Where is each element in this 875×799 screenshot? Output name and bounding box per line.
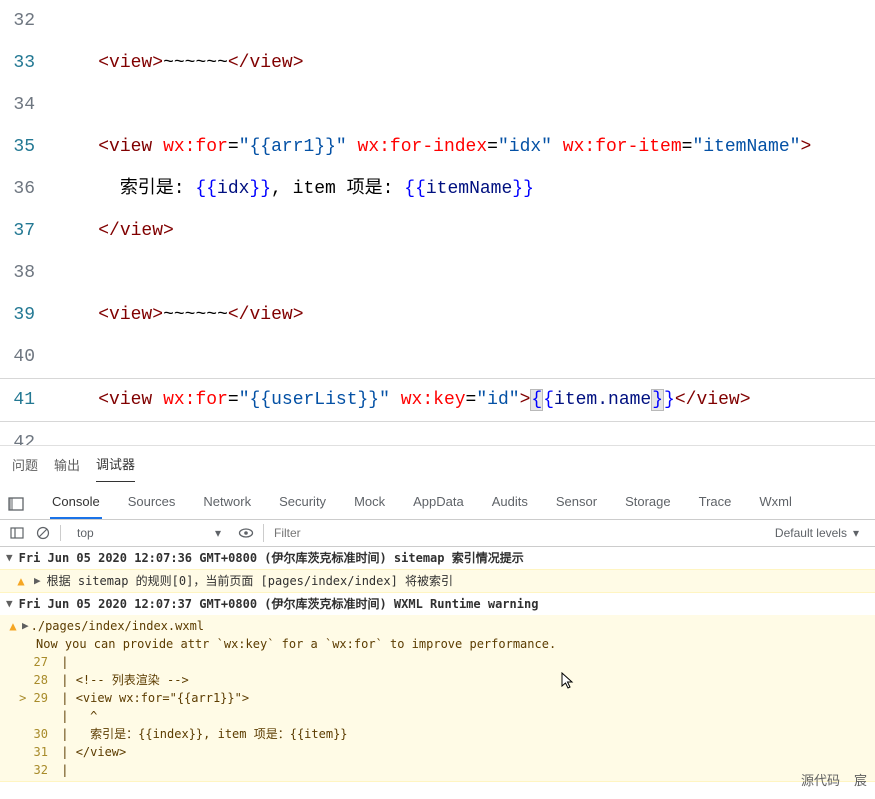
devtools-tab-appdata[interactable]: AppData xyxy=(411,488,466,519)
line-number: 39 xyxy=(0,294,55,336)
devtools-tab-audits[interactable]: Audits xyxy=(490,488,530,519)
console-warn-row[interactable]: ▲ ▶ 根据 sitemap 的规则[0]，当前页面 [pages/index/… xyxy=(0,569,875,593)
line-number: 35 xyxy=(0,126,55,168)
panel-tab[interactable]: 调试器 xyxy=(96,454,135,482)
warn-code-line: 27 | xyxy=(6,653,875,671)
code-content[interactable]: <view>~~~~~~</view> xyxy=(55,42,875,84)
context-select[interactable]: top ▾ xyxy=(69,524,229,542)
devtools-tab-console[interactable]: Console xyxy=(50,488,102,519)
code-content[interactable]: <view wx:for="{{userList}}" wx:key="id">… xyxy=(55,379,875,421)
context-value: top xyxy=(77,526,94,540)
disclosure-open-icon[interactable]: ▼ xyxy=(4,595,15,613)
code-line[interactable]: 40 xyxy=(0,336,875,378)
code-line[interactable]: 35 <view wx:for="{{arr1}}" wx:for-index=… xyxy=(0,126,875,168)
eye-icon[interactable] xyxy=(237,524,255,542)
warn-message-text: Now you can provide attr `wx:key` for a … xyxy=(36,635,556,653)
panel-tab[interactable]: 输出 xyxy=(54,455,80,482)
levels-select[interactable]: Default levels ▾ xyxy=(767,524,867,542)
clear-console-icon[interactable] xyxy=(34,524,52,542)
footer-links: 源代码 宸 xyxy=(801,770,867,789)
console-warn-block: ▲ ▶ ./pages/index/index.wxml Now you can… xyxy=(0,615,875,782)
warn-code-line: 32 | xyxy=(6,761,875,779)
levels-value: Default levels xyxy=(775,526,847,540)
warn-code-line: 30 | 索引是：{{index}}, item 项是：{{item}} xyxy=(6,725,875,743)
code-line[interactable]: 33 <view>~~~~~~</view> xyxy=(0,42,875,84)
warning-icon: ▲ xyxy=(6,617,20,635)
code-line[interactable]: 37 </view> xyxy=(0,210,875,252)
line-number: 42 xyxy=(0,422,55,445)
author-link[interactable]: 宸 xyxy=(854,770,867,789)
code-content[interactable] xyxy=(55,422,875,445)
devtools-tabs: Console Sources Network Security Mock AppData… xyxy=(0,482,875,520)
filter-input[interactable] xyxy=(263,524,759,542)
code-line[interactable]: 34 xyxy=(0,84,875,126)
code-content[interactable]: <view>~~~~~~</view> xyxy=(55,294,875,336)
code-content[interactable] xyxy=(55,0,875,42)
sidebar-toggle-icon[interactable] xyxy=(8,524,26,542)
disclosure-closed-icon[interactable]: ▶ xyxy=(32,572,43,590)
warn-code-line: | ^ xyxy=(6,707,875,725)
code-content[interactable]: <view wx:for="{{arr1}}" wx:for-index="id… xyxy=(55,126,875,168)
devtools-tab-trace[interactable]: Trace xyxy=(697,488,734,519)
code-content[interactable] xyxy=(55,336,875,378)
code-content[interactable]: 索引是: {{idx}}, item 项是: {{itemName}} xyxy=(55,168,875,210)
code-content[interactable] xyxy=(55,252,875,294)
chevron-down-icon: ▾ xyxy=(853,526,859,540)
console-timestamp-text: Fri Jun 05 2020 12:07:37 GMT+0800 (伊尔库茨克… xyxy=(19,595,539,613)
warn-code-line: 28 | <!-- 列表渲染 --> xyxy=(6,671,875,689)
line-number: 36 xyxy=(0,168,55,210)
console-toolbar: top ▾ Default levels ▾ xyxy=(0,520,875,547)
code-line[interactable]: 41 <view wx:for="{{userList}}" wx:key="i… xyxy=(0,378,875,422)
source-link[interactable]: 源代码 xyxy=(801,770,840,789)
code-line[interactable]: 42 xyxy=(0,422,875,445)
code-line[interactable]: 39 <view>~~~~~~</view> xyxy=(0,294,875,336)
devtools-tab-sensor[interactable]: Sensor xyxy=(554,488,599,519)
panel-tab[interactable]: 问题 xyxy=(12,455,38,482)
devtools-tab-wxml[interactable]: Wxml xyxy=(757,488,794,519)
line-number: 33 xyxy=(0,42,55,84)
code-line[interactable]: 38 xyxy=(0,252,875,294)
code-content[interactable] xyxy=(55,84,875,126)
code-line[interactable]: 32 xyxy=(0,0,875,42)
warn-code-line: > 29 | <view wx:for="{{arr1}}"> xyxy=(6,689,875,707)
devtools-tab-sources[interactable]: Sources xyxy=(126,488,178,519)
console-timestamp-text: Fri Jun 05 2020 12:07:36 GMT+0800 (伊尔库茨克… xyxy=(19,549,524,567)
inspect-dock-icon[interactable] xyxy=(8,492,26,515)
panel-tabs: 问题输出调试器 xyxy=(0,445,875,482)
line-number: 37 xyxy=(0,210,55,252)
devtools-tab-network[interactable]: Network xyxy=(201,488,253,519)
warn-file-path: ./pages/index/index.wxml xyxy=(31,617,204,635)
console-warn-text: 根据 sitemap 的规则[0]，当前页面 [pages/index/inde… xyxy=(47,572,453,590)
line-number: 32 xyxy=(0,0,55,42)
devtools-tab-security[interactable]: Security xyxy=(277,488,328,519)
console-group-header[interactable]: ▼ Fri Jun 05 2020 12:07:36 GMT+0800 (伊尔库… xyxy=(0,547,875,569)
code-content[interactable]: </view> xyxy=(55,210,875,252)
line-number: 38 xyxy=(0,252,55,294)
code-editor[interactable]: 32 33 <view>~~~~~~</view>34 35 <view wx:… xyxy=(0,0,875,445)
console-group-header[interactable]: ▼ Fri Jun 05 2020 12:07:37 GMT+0800 (伊尔库… xyxy=(0,593,875,615)
code-line[interactable]: 36 索引是: {{idx}}, item 项是: {{itemName}} xyxy=(0,168,875,210)
devtools-tab-storage[interactable]: Storage xyxy=(623,488,673,519)
chevron-down-icon: ▾ xyxy=(215,526,221,540)
line-number: 34 xyxy=(0,84,55,126)
disclosure-open-icon[interactable]: ▼ xyxy=(4,549,15,567)
disclosure-closed-icon[interactable]: ▶ xyxy=(20,617,31,635)
console-output[interactable]: ▼ Fri Jun 05 2020 12:07:36 GMT+0800 (伊尔库… xyxy=(0,547,875,782)
devtools-tab-mock[interactable]: Mock xyxy=(352,488,387,519)
warning-icon: ▲ xyxy=(14,572,28,590)
warn-code-line: 31 | </view> xyxy=(6,743,875,761)
line-number: 40 xyxy=(0,336,55,378)
line-number: 41 xyxy=(0,379,55,421)
